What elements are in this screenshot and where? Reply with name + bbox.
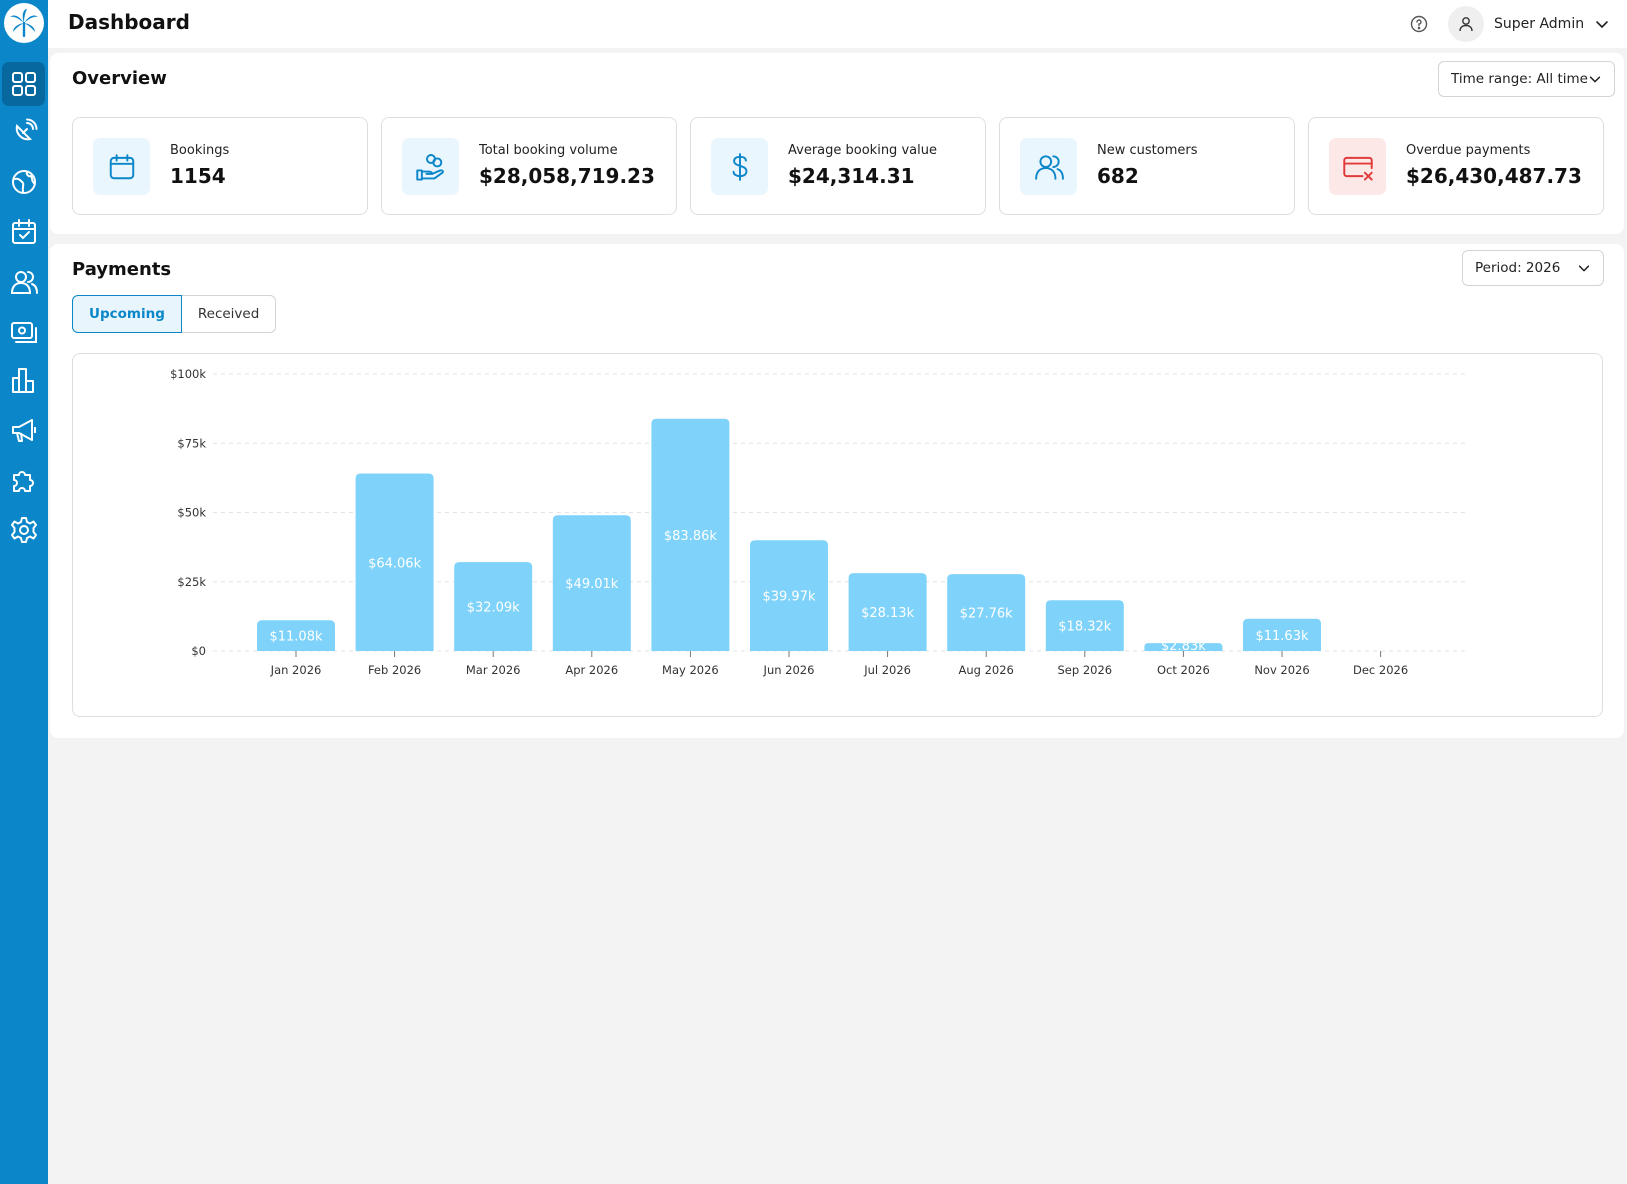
palm-tree-logo-icon[interactable] xyxy=(4,3,44,43)
x-tick-label: Oct 2026 xyxy=(1157,663,1210,677)
card-error-icon xyxy=(1329,138,1386,195)
cash-icon xyxy=(11,322,37,343)
sidebar-item-settings[interactable] xyxy=(0,508,48,552)
grid-icon xyxy=(12,72,36,96)
tab-upcoming[interactable]: Upcoming xyxy=(72,295,182,333)
stat-card-total-booking-volume: Total booking volume $28,058,719.23 xyxy=(381,117,677,215)
y-tick-label: $25k xyxy=(177,575,206,589)
stat-value: 1154 xyxy=(170,164,226,188)
y-tick-label: $75k xyxy=(177,436,206,450)
chevron-down-icon xyxy=(1578,265,1590,272)
payments-title: Payments xyxy=(72,259,172,280)
payments-tabs: Upcoming Received xyxy=(72,295,277,333)
x-tick-label: Mar 2026 xyxy=(466,663,521,677)
user-icon xyxy=(1459,17,1473,32)
sidebar-item-payments[interactable] xyxy=(0,310,48,354)
x-tick-label: Sep 2026 xyxy=(1057,663,1112,677)
stat-value: $28,058,719.23 xyxy=(479,164,655,188)
payments-bar-chart: $0 $25k $50k $75k $100k $11.08k Jan 2026 $64.06… xyxy=(170,367,1465,677)
satellite-dish-icon xyxy=(15,118,38,141)
top-header: Dashboard Super Admin xyxy=(48,0,1627,48)
x-tick-label: Jun 2026 xyxy=(763,663,815,677)
x-tick-label: Feb 2026 xyxy=(368,663,421,677)
stat-card-overdue-payments: Overdue payments $26,430,487.73 xyxy=(1308,117,1604,215)
user-name: Super Admin xyxy=(1494,16,1585,32)
calendar-icon xyxy=(93,138,150,195)
user-menu[interactable]: Super Admin xyxy=(1448,4,1610,44)
sidebar-item-bookings[interactable] xyxy=(0,210,48,254)
avatar xyxy=(1448,6,1484,42)
hand-coins-icon xyxy=(402,138,459,195)
x-tick-label: Nov 2026 xyxy=(1254,663,1309,677)
stat-card-new-customers: New customers 682 xyxy=(999,117,1295,215)
data-label: $18.32k xyxy=(1058,620,1111,635)
x-tick-label: Aug 2026 xyxy=(959,663,1014,677)
data-label: $27.76k xyxy=(960,607,1013,622)
x-tick-label: May 2026 xyxy=(662,663,719,677)
sidebar-item-satellite[interactable] xyxy=(0,110,48,154)
bar-chart-icon xyxy=(12,368,34,393)
period-dropdown[interactable]: Period: 2026 xyxy=(1462,250,1604,286)
megaphone-icon xyxy=(12,419,36,442)
users-icon xyxy=(10,271,38,294)
data-label: $49.01k xyxy=(565,577,618,592)
dollar-icon xyxy=(711,138,768,195)
page-title: Dashboard xyxy=(68,10,190,34)
data-label: $39.97k xyxy=(762,590,815,605)
sidebar-item-reports[interactable] xyxy=(0,358,48,402)
chevron-down-icon xyxy=(1589,76,1601,83)
time-range-dropdown[interactable]: Time range: All time xyxy=(1438,61,1615,97)
sidebar-item-globe[interactable] xyxy=(0,160,48,204)
stat-label: New customers xyxy=(1097,143,1198,158)
payments-panel: Payments Period: 2026 Upcoming Received … xyxy=(50,244,1624,738)
x-tick-label: Dec 2026 xyxy=(1353,663,1408,677)
stat-label: Bookings xyxy=(170,143,230,158)
chevron-down-icon xyxy=(1596,21,1608,28)
overview-panel: Overview Time range: All time Bookings 1… xyxy=(50,53,1624,234)
sidebar-item-dashboard[interactable] xyxy=(0,62,48,106)
stat-value: $24,314.31 xyxy=(788,164,915,188)
time-range-value: Time range: All time xyxy=(1451,71,1588,87)
stats-row: Bookings 1154 Total booking volume $28,0… xyxy=(72,117,1604,215)
period-value: Period: 2026 xyxy=(1475,260,1561,276)
users-icon xyxy=(1020,138,1077,195)
sidebar xyxy=(0,0,48,1184)
data-label: $28.13k xyxy=(861,606,914,621)
stat-card-bookings: Bookings 1154 xyxy=(72,117,368,215)
stat-value: 682 xyxy=(1097,164,1139,188)
tab-received[interactable]: Received xyxy=(181,295,277,333)
x-tick-label: Apr 2026 xyxy=(565,663,618,677)
x-tick-label: Jan 2026 xyxy=(270,663,322,677)
gear-icon xyxy=(11,517,37,543)
y-tick-label: $100k xyxy=(170,367,206,381)
calendar-check-icon xyxy=(12,219,36,244)
payments-chart-container: $0 $25k $50k $75k $100k $11.08k Jan 2026 $64.06… xyxy=(72,353,1603,717)
data-label: $11.08k xyxy=(269,630,322,645)
data-label: $64.06k xyxy=(368,556,421,571)
help-icon[interactable] xyxy=(1408,13,1430,35)
stat-label: Average booking value xyxy=(788,143,937,158)
sidebar-item-marketing[interactable] xyxy=(0,408,48,452)
data-label: $11.63k xyxy=(1255,629,1308,644)
overview-title: Overview xyxy=(72,68,167,89)
data-label: $32.09k xyxy=(467,601,520,616)
stat-value: $26,430,487.73 xyxy=(1406,164,1582,188)
sidebar-item-customers[interactable] xyxy=(0,260,48,304)
y-tick-label: $50k xyxy=(177,506,206,520)
globe-icon xyxy=(12,170,36,194)
data-label: $83.86k xyxy=(664,529,717,544)
x-tick-label: Jul 2026 xyxy=(863,663,911,677)
stat-label: Overdue payments xyxy=(1406,143,1531,158)
sidebar-item-integrations[interactable] xyxy=(0,458,48,502)
stat-label: Total booking volume xyxy=(479,143,618,158)
stat-card-average-booking-value: Average booking value $24,314.31 xyxy=(690,117,986,215)
y-tick-label: $0 xyxy=(191,644,206,658)
puzzle-icon xyxy=(13,471,34,492)
